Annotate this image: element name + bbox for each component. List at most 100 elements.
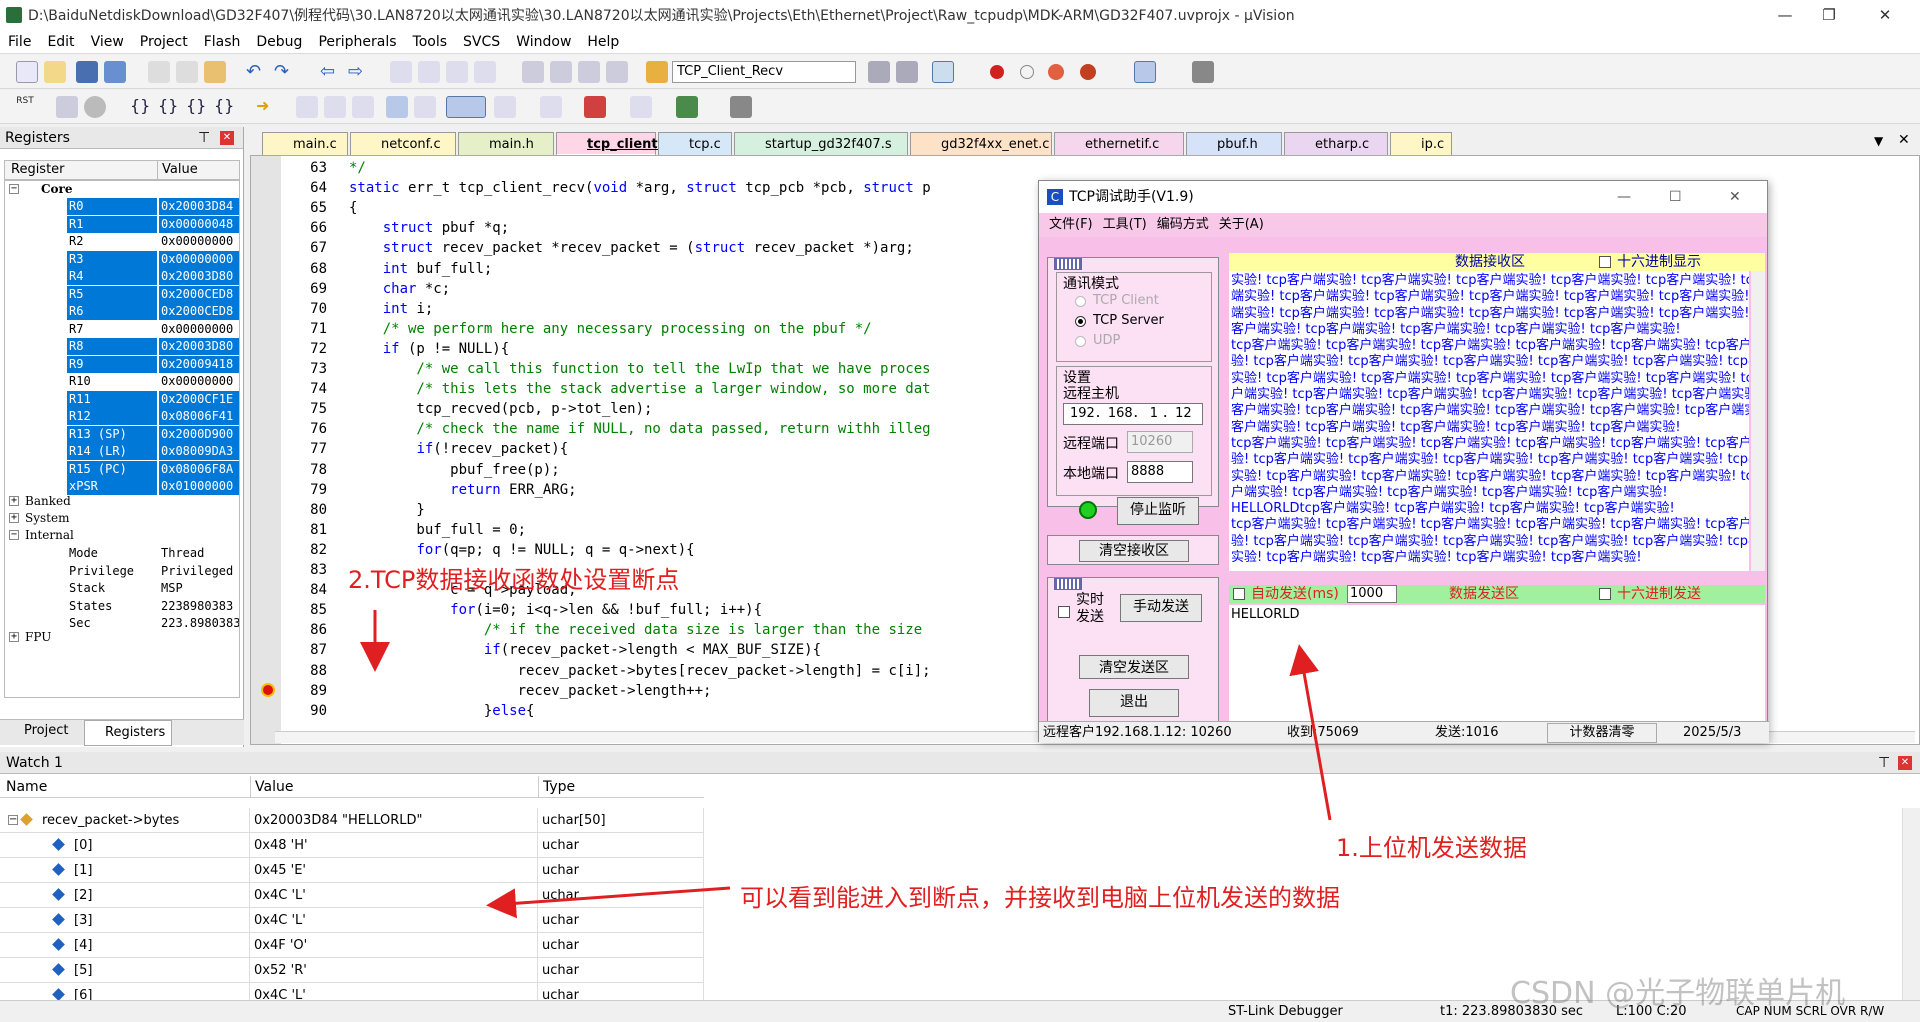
expand-icon[interactable]: +: [9, 632, 19, 642]
register-row[interactable]: R4 0x20003D80: [5, 268, 239, 285]
register-row[interactable]: R14 (LR) 0x08009DA3: [5, 443, 239, 460]
register-row[interactable]: R6 0x2000CED8: [5, 303, 239, 320]
tcp-minimize-button[interactable]: —: [1617, 181, 1631, 213]
stop-listen-button[interactable]: 停止监听: [1117, 497, 1199, 525]
register-row[interactable]: R11 0x2000CF1E: [5, 390, 239, 408]
internal-row[interactable]: Stack MSP: [5, 580, 239, 597]
find-in-files-icon[interactable]: [646, 61, 668, 83]
remote-port-select[interactable]: 10260: [1127, 431, 1193, 453]
run-icon[interactable]: [56, 96, 78, 118]
register-row[interactable]: R15 (PC) 0x08006F8A: [5, 460, 239, 478]
save-all-icon[interactable]: [104, 61, 126, 83]
reg-group-banked[interactable]: + Banked: [5, 493, 239, 510]
disassembly-icon[interactable]: [324, 96, 346, 118]
indent-icon[interactable]: [522, 61, 544, 83]
show-next-statement-icon[interactable]: ➜: [256, 96, 278, 118]
tab-tcp-client-c[interactable]: tcp_client.c: [556, 132, 670, 156]
register-row[interactable]: R1 0x00000048: [5, 215, 239, 233]
new-file-icon[interactable]: [16, 61, 38, 83]
watch-window-icon[interactable]: [446, 96, 486, 118]
window-layout-icon[interactable]: [1134, 61, 1156, 83]
uncomment-icon[interactable]: [606, 61, 628, 83]
tab-startup-gd32f407-s[interactable]: startup_gd32f407.s: [734, 132, 908, 156]
tab-main-c[interactable]: main.c: [262, 132, 348, 156]
system-viewer-icon[interactable]: [676, 96, 698, 118]
reg-group-system[interactable]: + System: [5, 510, 239, 527]
hex-display-checkbox[interactable]: [1599, 256, 1611, 268]
register-row[interactable]: R9 0x20009418: [5, 355, 239, 373]
reg-group-core[interactable]: − Core: [5, 181, 239, 198]
manual-send-button[interactable]: 手动发送: [1120, 594, 1202, 622]
register-row[interactable]: R10 0x00000000: [5, 373, 239, 390]
function-combo[interactable]: TCP_Client_Recv: [672, 61, 856, 83]
reg-group-internal[interactable]: − Internal: [5, 527, 239, 544]
mode-radio[interactable]: [1075, 336, 1086, 347]
command-window-icon[interactable]: [296, 96, 318, 118]
register-row[interactable]: R8 0x20003D80: [5, 338, 239, 355]
maximize-button[interactable]: ❐: [1806, 0, 1852, 30]
menu-svcs[interactable]: SVCS: [455, 34, 508, 50]
back-icon[interactable]: ⇦: [320, 61, 342, 83]
tab-tcp-c[interactable]: tcp.c: [658, 132, 732, 156]
tab-project[interactable]: Project: [6, 723, 68, 738]
breakpoint-kill-icon[interactable]: [1048, 64, 1064, 80]
cut-icon[interactable]: [148, 61, 170, 83]
menu-file[interactable]: File: [0, 34, 39, 50]
expand-icon[interactable]: +: [9, 513, 19, 523]
clear-recv-button[interactable]: 清空接收区: [1079, 540, 1189, 562]
tab-registers[interactable]: Registers: [84, 720, 173, 746]
register-row[interactable]: R13 (SP) 0x2000D900: [5, 425, 239, 443]
memory-window-icon[interactable]: [494, 96, 516, 118]
watch-row[interactable]: [0] 0x48 'H' uchar: [0, 833, 704, 858]
bookmark-next-icon[interactable]: [446, 61, 468, 83]
recv-text-area[interactable]: 实验! tcp客户端实验! tcp客户端实验! tcp客户端实验! tcp客户端…: [1229, 271, 1749, 571]
expand-icon[interactable]: −: [9, 184, 19, 194]
minimize-button[interactable]: —: [1762, 0, 1808, 30]
tcp-menu-item[interactable]: 文件(F): [1049, 217, 1093, 232]
local-port-select[interactable]: 8888: [1127, 461, 1193, 483]
registers-close-icon[interactable]: ✕: [220, 131, 234, 145]
expand-icon[interactable]: −: [9, 530, 19, 540]
incremental-find-icon[interactable]: [896, 61, 918, 83]
auto-send-checkbox[interactable]: [1233, 588, 1245, 600]
recv-scrollbar[interactable]: [1751, 271, 1765, 571]
hex-send-checkbox[interactable]: [1599, 588, 1611, 600]
menu-project[interactable]: Project: [132, 34, 196, 50]
menu-tools[interactable]: Tools: [405, 34, 456, 50]
watch-row[interactable]: [5] 0x52 'R' uchar: [0, 958, 704, 983]
register-row[interactable]: R3 0x00000000: [5, 250, 239, 268]
register-row[interactable]: R5 0x2000CED8: [5, 285, 239, 303]
watch-scrollbar[interactable]: [1902, 808, 1920, 1000]
tcp-menu-item[interactable]: 编码方式: [1157, 217, 1209, 232]
clear-send-button[interactable]: 清空发送区: [1079, 655, 1189, 679]
tcp-close-button[interactable]: ✕: [1729, 181, 1741, 213]
tabs-dropdown-icon[interactable]: ▼: [1874, 134, 1883, 148]
breakpoint-insert-icon[interactable]: [990, 65, 1004, 79]
breakpoint-disable-icon[interactable]: [1020, 65, 1034, 79]
remote-host-input[interactable]: 192．168． 1 ．12: [1063, 403, 1203, 425]
tab-ethernetif-c[interactable]: ethernetif.c: [1054, 132, 1184, 156]
paste-icon[interactable]: [204, 61, 226, 83]
internal-row[interactable]: Mode Thread: [5, 545, 239, 562]
watch-row[interactable]: [2] 0x4C 'L' uchar: [0, 883, 704, 908]
analysis-window-icon[interactable]: [584, 96, 606, 118]
breakpoint-kill-all-icon[interactable]: [1080, 64, 1096, 80]
mode-radio[interactable]: [1075, 316, 1086, 327]
register-row[interactable]: xPSR 0x01000000: [5, 478, 239, 495]
watch-pin-icon[interactable]: ⊤: [1878, 752, 1890, 774]
unindent-icon[interactable]: [550, 61, 572, 83]
forward-icon[interactable]: ⇨: [348, 61, 370, 83]
step-out-icon[interactable]: {}: [186, 96, 208, 118]
realtime-send-checkbox[interactable]: [1058, 606, 1070, 618]
internal-row[interactable]: States 2238980383: [5, 598, 239, 615]
tab-gd32f4xx-enet-c[interactable]: gd32f4xx_enet.c: [910, 132, 1052, 156]
run-to-cursor-icon[interactable]: {}: [214, 96, 236, 118]
expand-icon[interactable]: +: [9, 496, 19, 506]
watch-row[interactable]: [3] 0x4C 'L' uchar: [0, 908, 704, 933]
tab-main-h[interactable]: main.h: [458, 132, 554, 156]
configure-icon[interactable]: [1192, 61, 1214, 83]
bookmark-clear-icon[interactable]: [474, 61, 496, 83]
watch-row[interactable]: [4] 0x4F 'O' uchar: [0, 933, 704, 958]
step-in-icon[interactable]: {}: [130, 96, 152, 118]
undo-icon[interactable]: ↶: [246, 61, 268, 83]
